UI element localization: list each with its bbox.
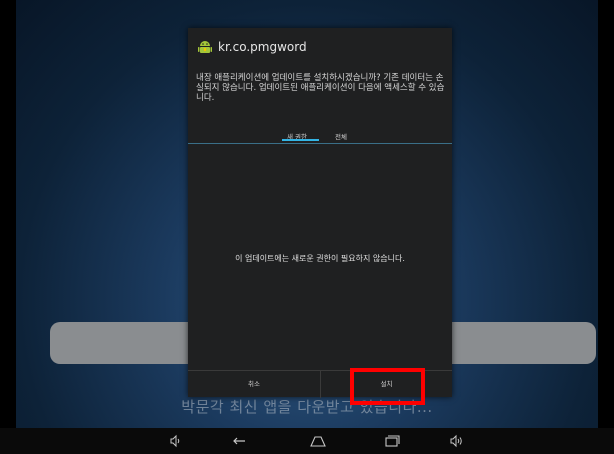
home-icon[interactable] [310,433,326,449]
dialog-message: 내장 애플리케이션에 업데이트를 설치하시겠습니까? 기존 데이터는 손실되지 … [196,73,445,103]
dialog-title: kr.co.pmgword [218,40,307,54]
system-navigation-bar [0,428,614,454]
no-permissions-message: 이 업데이트에는 새로운 권한이 필요하지 않습니다. [235,254,405,263]
tab-selected-indicator [282,139,319,141]
install-dialog: kr.co.pmgword 내장 애플리케이션에 업데이트를 설치하시겠습니까?… [188,28,452,398]
back-icon[interactable] [232,433,248,449]
dialog-header: kr.co.pmgword [188,28,452,64]
cancel-button[interactable]: 취소 [188,371,321,398]
install-button-highlight [350,368,425,405]
recent-apps-icon[interactable] [384,433,400,449]
download-status-text: 박문각 최신 앱을 다운받고 있습니다... [181,398,433,416]
tab-divider [188,143,452,144]
tab-all-permissions[interactable]: 전체 [326,131,356,141]
android-robot-icon [198,39,212,55]
volume-up-icon[interactable] [449,433,465,449]
volume-down-icon[interactable] [168,433,184,449]
